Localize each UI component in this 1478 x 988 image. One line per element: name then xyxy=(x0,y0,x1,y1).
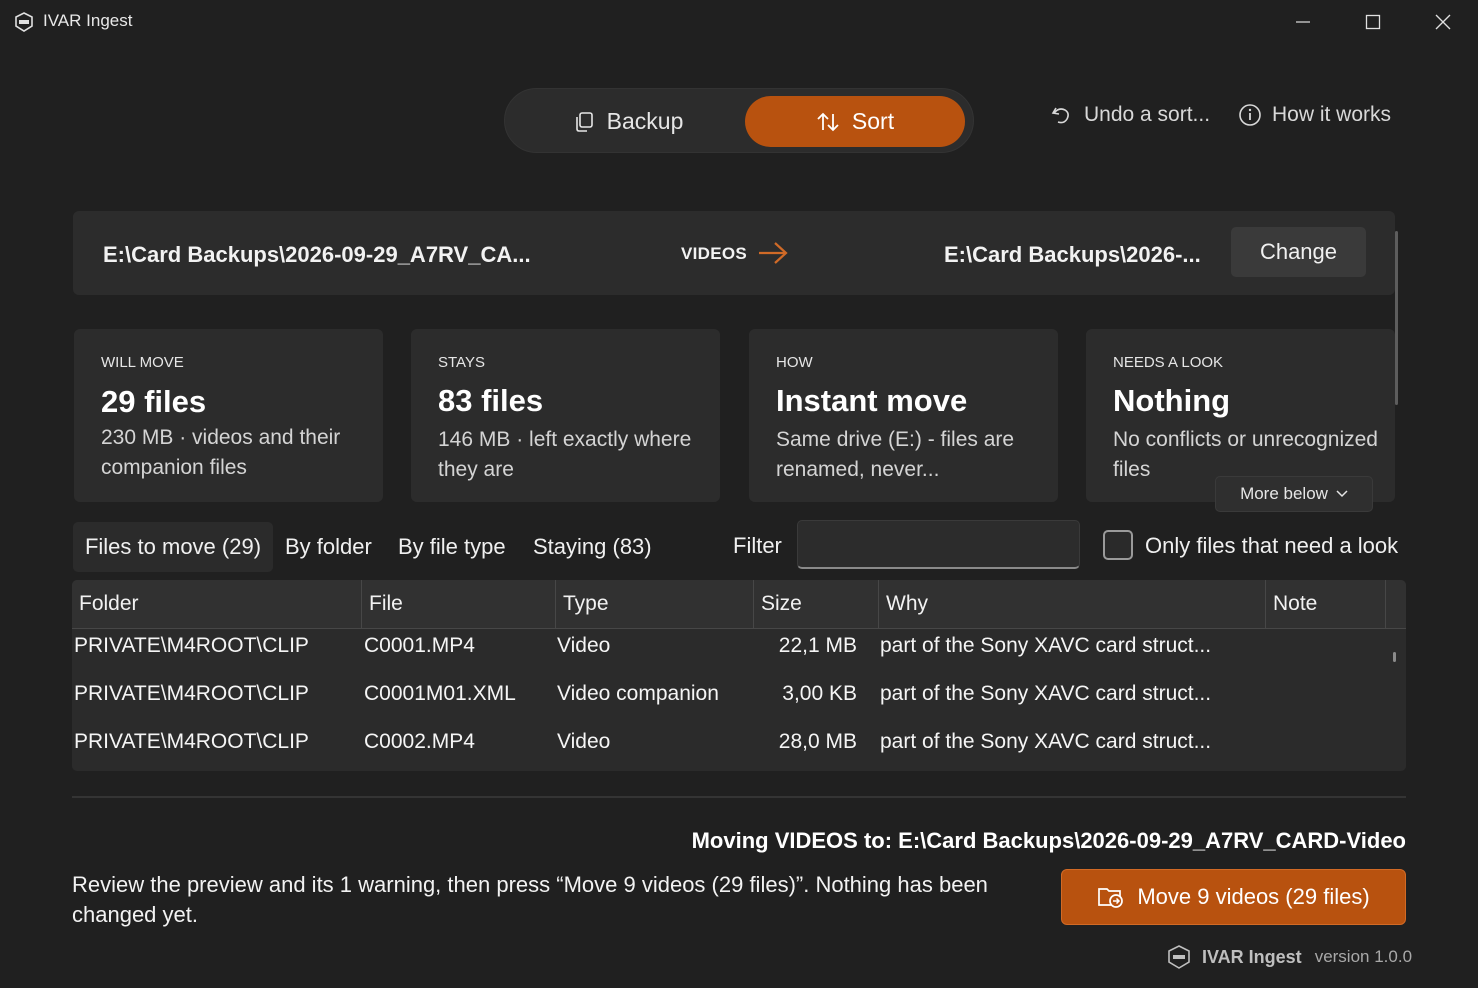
footer: IVAR Ingest version 1.0.0 xyxy=(1166,944,1412,970)
column-header-why[interactable]: Why xyxy=(879,580,1266,629)
info-icon xyxy=(1239,104,1261,126)
tab-by-file-type[interactable]: By file type xyxy=(398,522,506,572)
review-message: Review the preview and its 1 warning, th… xyxy=(72,872,988,927)
cell-size: 28,0 MB xyxy=(778,730,857,753)
folder-move-icon xyxy=(1098,888,1124,908)
cell-type: Video companion xyxy=(557,682,719,705)
card-kicker: NEEDS A LOOK xyxy=(1113,354,1224,371)
cell-size: 22,1 MB xyxy=(778,634,857,657)
destination-path: E:\Card Backups\2026-... xyxy=(944,242,1201,267)
files-table: Folder File Type Size Why Note PRIVATE\M… xyxy=(72,580,1406,771)
source-path: E:\Card Backups\2026-09-29_A7RV_CA... xyxy=(103,242,531,267)
undo-sort-label: Undo a sort... xyxy=(1084,103,1211,126)
maximize-button[interactable] xyxy=(1338,0,1408,44)
cell-why: part of the Sony XAVC card struct... xyxy=(880,634,1212,657)
how-it-works-label: How it works xyxy=(1272,103,1392,126)
undo-sort-link[interactable]: Undo a sort... xyxy=(1050,103,1210,127)
sort-mode-button[interactable]: Sort xyxy=(745,96,965,147)
divider xyxy=(72,796,1406,798)
filter-label: Filter xyxy=(733,533,782,558)
title-bar xyxy=(0,0,1478,44)
card-headline: Nothing xyxy=(1113,383,1231,418)
moving-to-summary: Moving VIDEOS to: E:\Card Backups\2026-0… xyxy=(691,828,1406,853)
card-detail: 146 MB · left exactly where they are xyxy=(438,428,692,481)
stays-card: STAYS 83 files 146 MB · left exactly whe… xyxy=(411,329,720,502)
sort-mode-label: Sort xyxy=(851,108,895,134)
column-header-size[interactable]: Size xyxy=(754,580,879,629)
undo-icon xyxy=(1051,107,1069,124)
card-detail: 230 MB · videos and their companion file… xyxy=(101,426,341,479)
footer-app-name: IVAR Ingest xyxy=(1202,946,1302,967)
cell-why: part of the Sony XAVC card struct... xyxy=(880,730,1212,753)
will-move-card: WILL MOVE 29 files 230 MB · videos and t… xyxy=(74,329,383,502)
column-header-filler xyxy=(1386,580,1406,629)
path-bar: E:\Card Backups\2026-09-29_A7RV_CA... VI… xyxy=(73,211,1395,295)
app-logo-icon xyxy=(1168,945,1190,969)
card-kicker: STAYS xyxy=(438,354,485,371)
only-look-label[interactable]: Only files that need a look xyxy=(1145,533,1398,559)
backup-mode-button[interactable]: Backup xyxy=(513,96,743,147)
page-scrollbar[interactable] xyxy=(1395,231,1398,405)
chevron-down-icon xyxy=(1336,490,1348,498)
cell-type: Video xyxy=(557,634,611,657)
cell-type: Video xyxy=(557,730,611,753)
column-header-folder[interactable]: Folder xyxy=(72,580,362,629)
cell-folder: PRIVATE\M4ROOT\CLIP xyxy=(74,730,309,753)
only-look-checkbox[interactable] xyxy=(1103,530,1133,560)
arrow-right-icon xyxy=(759,242,788,264)
how-card: HOW Instant move Same drive (E:) - files… xyxy=(749,329,1058,502)
column-header-type[interactable]: Type xyxy=(556,580,754,629)
card-headline: 83 files xyxy=(438,383,544,418)
card-detail: Same drive (E:) - files are renamed, nev… xyxy=(776,428,1015,481)
minimize-button[interactable] xyxy=(1268,0,1338,44)
sort-arrows-icon xyxy=(817,112,839,131)
tab-files-to-move[interactable]: Files to move (29) xyxy=(73,522,273,572)
mode-switch: Backup Sort xyxy=(504,88,974,153)
cell-size: 3,00 KB xyxy=(782,682,857,705)
more-below-button[interactable]: More below xyxy=(1215,476,1373,512)
move-videos-button[interactable]: Move 9 videos (29 files) xyxy=(1061,869,1406,925)
change-destination-button[interactable]: Change xyxy=(1231,227,1366,277)
card-headline: 29 files xyxy=(101,384,207,419)
card-kicker: WILL MOVE xyxy=(101,354,184,371)
how-it-works-link[interactable]: How it works xyxy=(1238,103,1391,127)
app-logo-icon xyxy=(15,12,33,32)
close-button[interactable] xyxy=(1408,0,1478,44)
filter-input[interactable] xyxy=(797,520,1080,569)
column-header-note[interactable]: Note xyxy=(1266,580,1386,629)
card-headline: Instant move xyxy=(776,383,968,418)
category-label: VIDEOS xyxy=(681,244,748,263)
cell-file: C0001.MP4 xyxy=(364,634,475,657)
more-below-label: More below xyxy=(1240,484,1328,503)
table-scrollbar[interactable] xyxy=(1393,652,1396,662)
close-icon xyxy=(1435,14,1451,30)
copy-icon xyxy=(575,111,593,132)
cell-file: C0001M01.XML xyxy=(364,682,516,705)
column-header-file[interactable]: File xyxy=(362,580,556,629)
footer-version: version 1.0.0 xyxy=(1314,947,1413,966)
move-videos-label: Move 9 videos (29 files) xyxy=(1137,884,1370,909)
cell-folder: PRIVATE\M4ROOT\CLIP xyxy=(74,634,309,657)
card-kicker: HOW xyxy=(776,354,813,371)
minimize-icon xyxy=(1296,21,1310,23)
cell-file: C0002.MP4 xyxy=(364,730,475,753)
cell-folder: PRIVATE\M4ROOT\CLIP xyxy=(74,682,309,705)
backup-mode-label: Backup xyxy=(606,108,684,134)
window-title: IVAR Ingest xyxy=(43,11,133,30)
maximize-icon xyxy=(1365,14,1381,30)
tab-staying[interactable]: Staying (83) xyxy=(533,522,652,572)
tab-by-folder[interactable]: By folder xyxy=(285,522,372,572)
cell-why: part of the Sony XAVC card struct... xyxy=(880,682,1212,705)
